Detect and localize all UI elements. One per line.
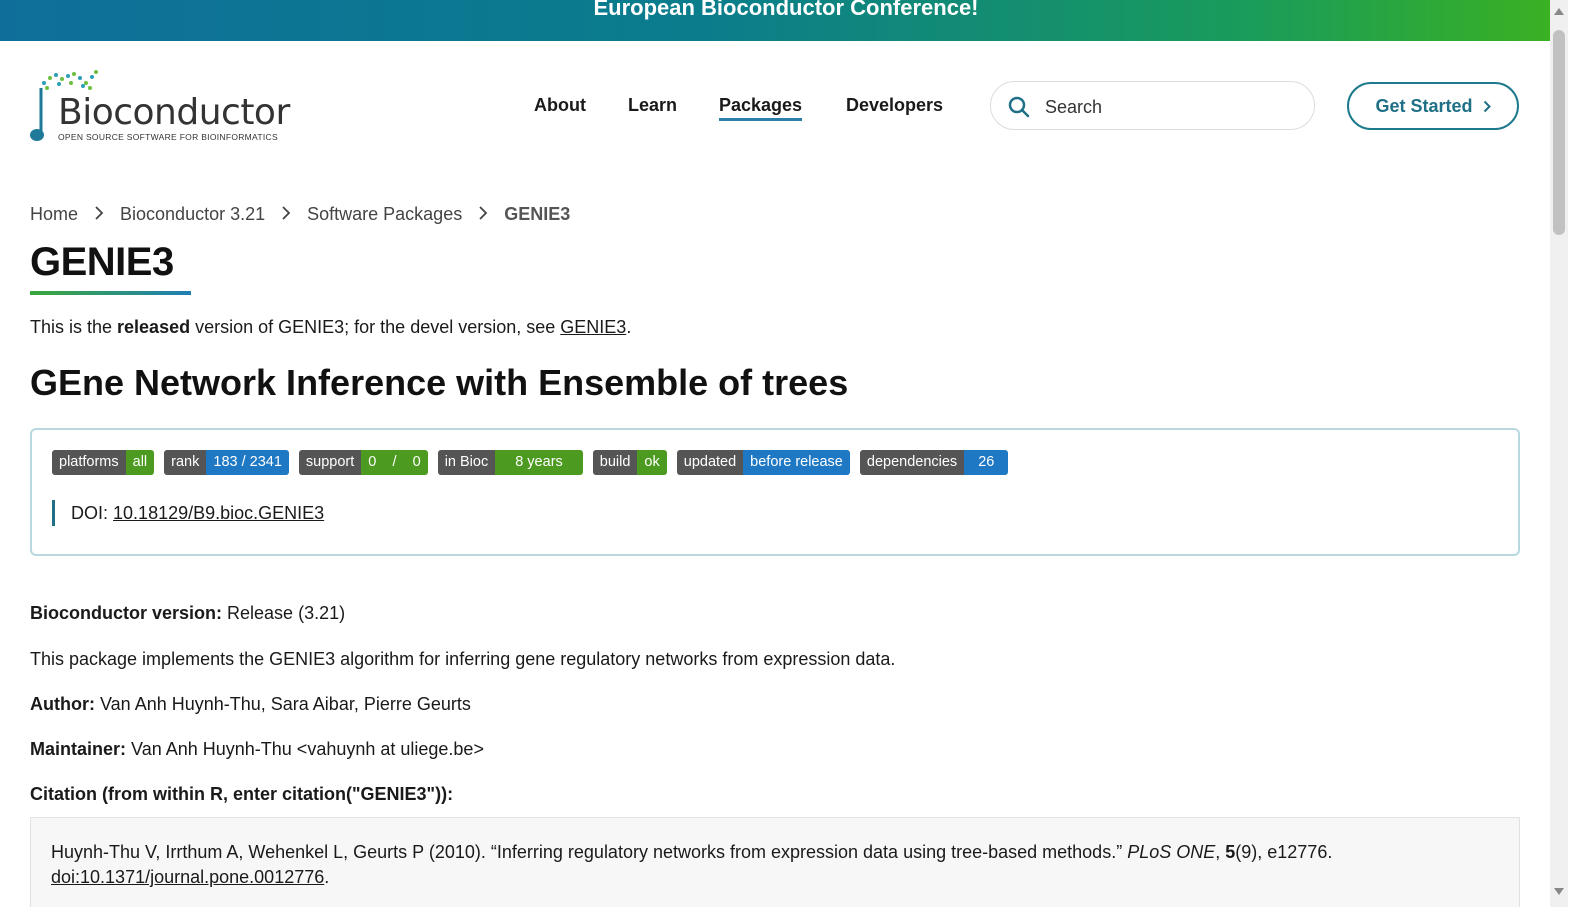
author-value: Van Anh Huynh-Thu, Sara Aibar, Pierre Ge… [100,694,471,714]
release-note-prefix: This is the [30,317,118,337]
nav-learn[interactable]: Learn [628,95,677,116]
breadcrumb: Home Bioconductor 3.21 Software Packages… [30,204,570,225]
chevron-right-icon [1483,100,1491,112]
badge-row: platforms all rank 183 / 2341 support 0 / 0… [52,450,1009,475]
breadcrumb-home[interactable]: Home [30,204,78,225]
conference-banner[interactable]: European Bioconductor Conference! [0,0,1568,41]
release-note-suffix: . [626,317,632,337]
citation-sep: , [1215,842,1226,862]
badge-value: 183 / 2341 [206,450,289,475]
badge-support[interactable]: support 0 / 0 [298,450,428,475]
breadcrumb-bioc-version[interactable]: Bioconductor 3.21 [120,204,265,225]
search-input[interactable] [1043,92,1297,122]
doi-block: DOI: 10.18129/B9.bioc.GENIE3 [52,500,324,526]
devel-version-link[interactable]: GENIE3 [560,317,626,337]
logo-wordmark: Bioconductor [58,92,290,133]
citation-heading: Citation (from within R, enter citation(… [30,784,454,804]
badge-value: 0 / 0 [361,450,428,475]
citation-end: . [324,867,330,887]
badge-value: all [125,450,155,475]
badge-key: platforms [52,450,126,475]
citation-issue: (9), e12776. [1235,842,1333,862]
badge-key: in Bioc [437,450,496,475]
scroll-thumb[interactable] [1553,30,1565,235]
maintainer-label: Maintainer: [30,739,127,759]
badge-key: build [592,450,638,475]
vertical-scrollbar[interactable] [1550,0,1568,907]
nav-about[interactable]: About [534,95,586,116]
badge-build[interactable]: build ok [592,450,667,475]
maintainer-value: Van Anh Huynh-Thu <vahuynh at uliege.be> [131,739,484,759]
bioc-version-label: Bioconductor version: [30,603,223,623]
badge-key: rank [164,450,207,475]
author-line: Author: Van Anh Huynh-Thu, Sara Aibar, P… [30,694,471,715]
doi-link[interactable]: 10.18129/B9.bioc.GENIE3 [113,503,324,523]
maintainer-line: Maintainer: Van Anh Huynh-Thu <vahuynh a… [30,739,484,760]
breadcrumb-current: GENIE3 [504,204,571,224]
citation-volume: 5 [1225,842,1236,862]
badge-key: updated [676,450,744,475]
breadcrumb-software-packages[interactable]: Software Packages [307,204,462,225]
release-note-middle: version of GENIE3; for the devel version… [190,317,561,337]
breadcrumb-chevron-icon [94,204,104,225]
release-note: This is the released version of GENIE3; … [30,317,631,338]
badge-rank[interactable]: rank 183 / 2341 [164,450,289,475]
search-icon [1008,96,1030,118]
badge-key: support [298,450,362,475]
get-started-label: Get Started [1375,95,1473,116]
citation-text: Huynh-Thu V, Irrthum A, Wehenkel L, Geur… [51,840,1491,890]
citation-doi-link[interactable]: doi:10.1371/journal.pone.0012776 [51,867,324,887]
title-underline [30,291,191,295]
search-box[interactable] [990,81,1315,130]
breadcrumb-chevron-icon [281,204,291,225]
get-started-button[interactable]: Get Started [1347,82,1519,130]
release-note-bold: released [117,317,191,337]
nav-developers[interactable]: Developers [846,95,943,116]
banner-text[interactable]: European Bioconductor Conference! [593,0,978,20]
badge-key: dependencies [859,450,965,475]
citation-journal: PLoS ONE [1127,842,1216,862]
logo-tagline: OPEN SOURCE SOFTWARE FOR BIOINFORMATICS [58,132,278,142]
page-title: GENIE3 [30,240,174,284]
badge-value: 8 years [495,450,583,475]
badge-value: ok [637,450,667,475]
scroll-up-arrow-icon[interactable] [1554,8,1564,15]
citation-box: Huynh-Thu V, Irrthum A, Wehenkel L, Geur… [30,817,1520,907]
badge-updated[interactable]: updated before release [676,450,850,475]
scroll-down-arrow-icon[interactable] [1554,888,1564,895]
badge-dependencies[interactable]: dependencies 26 [859,450,1009,475]
page: European Bioconductor Conference! Biocon… [0,0,1568,907]
citation-body: Huynh-Thu V, Irrthum A, Wehenkel L, Geur… [51,842,1128,862]
package-description: This package implements the GENIE3 algor… [30,649,896,669]
bioc-version-value: Release (3.21) [227,603,346,623]
nav-packages[interactable]: Packages [719,95,803,121]
doi-label: DOI: [71,503,109,523]
badge-value: 26 [964,450,1009,475]
bioc-version-line: Bioconductor version: Release (3.21) [30,603,345,624]
badge-value: before release [743,450,850,475]
breadcrumb-chevron-icon [478,204,488,225]
badge-panel: platforms all rank 183 / 2341 support 0 / 0… [30,428,1520,556]
bioconductor-logo[interactable]: Bioconductor OPEN SOURCE SOFTWARE FOR BI… [28,70,290,146]
badge-in-bioc[interactable]: in Bioc 8 years [437,450,583,475]
author-label: Author: [30,694,95,714]
package-title: GEne Network Inference with Ensemble of … [30,362,849,403]
badge-platforms[interactable]: platforms all [52,450,155,475]
